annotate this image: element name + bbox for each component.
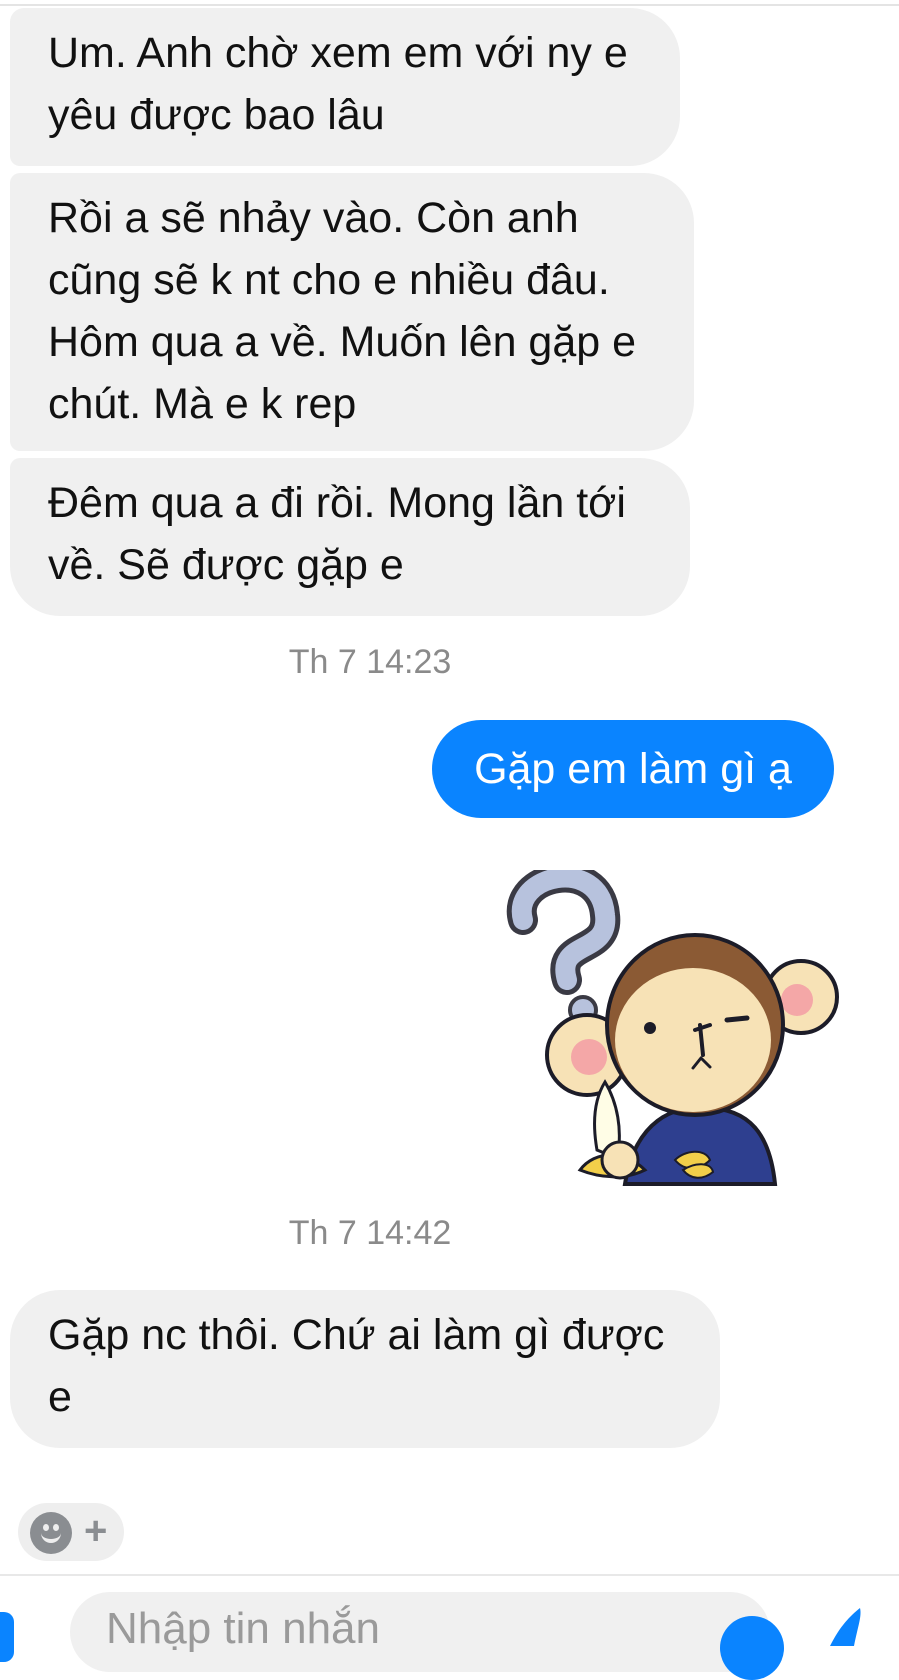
timestamp: Th 7 14:23 (288, 643, 452, 681)
incoming-message[interactable]: Đêm qua a đi rồi. Mong lần tới về. Sẽ đư… (10, 458, 690, 616)
reaction-pill[interactable]: + (18, 1503, 124, 1561)
message-line: Hôm qua a về. Muốn lên gặp e (48, 318, 637, 366)
message-line: e (48, 1373, 72, 1421)
message-line: về. Sẽ được gặp e (48, 541, 404, 589)
incoming-message[interactable]: Um. Anh chờ xem em với ny e yêu được bao… (10, 8, 680, 166)
message-input[interactable]: Nhập tin nhắn (70, 1592, 770, 1672)
outgoing-message[interactable]: Gặp em làm gì ạ (432, 720, 834, 818)
message-line: Rồi a sẽ nhảy vào. Còn anh (48, 194, 579, 242)
add-reaction-button[interactable]: + (84, 1507, 107, 1555)
incoming-message[interactable]: Gặp nc thôi. Chứ ai làm gì được e (10, 1290, 720, 1448)
message-line: yêu được bao lâu (48, 91, 385, 139)
header-divider (0, 4, 899, 6)
incoming-message[interactable]: Rồi a sẽ nhảy vào. Còn anh cũng sẽ k nt … (10, 173, 694, 451)
message-line: Gặp em làm gì ạ (474, 745, 792, 793)
message-line: Gặp nc thôi. Chứ ai làm gì được (48, 1311, 665, 1359)
smiley-icon[interactable] (30, 1512, 72, 1554)
message-line: Đêm qua a đi rồi. Mong lần tới (48, 479, 626, 527)
composer-divider (0, 1574, 899, 1576)
like-icon[interactable] (820, 1606, 880, 1646)
message-line: chút. Mà e k rep (48, 380, 357, 428)
timestamp: Th 7 14:42 (288, 1214, 452, 1252)
message-line: Um. Anh chờ xem em với ny e (48, 29, 628, 77)
menu-icon[interactable] (0, 1612, 14, 1662)
emoji-icon[interactable] (720, 1616, 784, 1680)
monkey-question-sticker[interactable] (505, 870, 885, 1240)
message-line: cũng sẽ k nt cho e nhiều đâu. (48, 256, 610, 304)
